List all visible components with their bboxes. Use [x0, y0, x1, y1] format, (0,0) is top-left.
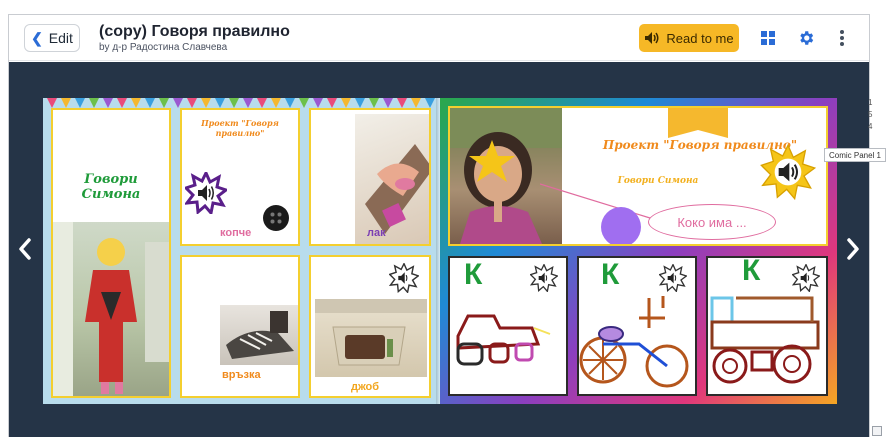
comic-panel-2[interactable]: Проект "Говоря правилно" копче [180, 108, 300, 246]
side-number: 4 [868, 122, 873, 131]
settings-button[interactable] [795, 27, 817, 49]
comic-panel-7[interactable]: Проект "Говоря правилно" Говори Симона К… [448, 106, 828, 246]
ribbon-decoration [668, 108, 728, 138]
left-page: Говори Симона Проект "Говоря правилно" к… [43, 98, 440, 404]
tractor-drawing [456, 314, 551, 366]
window-top-strip [0, 0, 896, 14]
speaker-icon[interactable] [185, 172, 227, 214]
grid-view-button[interactable] [757, 27, 779, 49]
side-number: 1 [868, 98, 873, 107]
button-picture [263, 205, 289, 231]
word-caption: копче [220, 227, 252, 239]
pocket-photo [315, 299, 427, 377]
speaker-icon [645, 32, 659, 44]
truck-drawing [710, 296, 820, 384]
arrow-right-icon [847, 238, 859, 260]
purple-circle [601, 207, 641, 244]
bicycle-drawing [579, 296, 689, 388]
chevron-left-icon: ❮ [31, 29, 43, 46]
read-to-me-label: Read to me [666, 30, 734, 46]
book-title: (copy) Говоря правилно [99, 23, 290, 40]
app-window: ❮ Edit (copy) Говоря правилно by д-р Рад… [8, 14, 870, 437]
comic-panel-6[interactable]: джоб [309, 255, 431, 398]
letter-k: К [464, 258, 483, 291]
comic-panel-5[interactable]: връзка [180, 255, 300, 398]
grid-icon [761, 31, 775, 45]
comic-panel-8[interactable]: К [448, 256, 568, 396]
comic-panel-3[interactable]: лак [309, 108, 431, 246]
right-page: Проект "Говоря правилно" Говори Симона К… [440, 98, 837, 404]
top-bar: ❮ Edit (copy) Говоря правилно by д-р Рад… [9, 15, 869, 61]
speaker-icon[interactable] [389, 263, 419, 293]
word-caption: лак [367, 227, 386, 239]
edit-button[interactable]: ❮ Edit [24, 24, 80, 52]
previous-page-button[interactable] [13, 232, 37, 266]
panel-tooltip: Comic Panel 1 [824, 148, 886, 162]
arrow-left-icon [19, 238, 31, 260]
word-caption: връзка [222, 369, 261, 381]
book-author: by д-р Радостина Славчева [99, 42, 228, 53]
nail-polish-photo [355, 114, 429, 244]
letter-k: К [742, 256, 761, 287]
child-photo [53, 222, 169, 396]
gear-icon [800, 31, 814, 45]
shoelace-photo [220, 305, 298, 365]
word-caption: джоб [351, 381, 380, 393]
more-options-button[interactable] [831, 27, 853, 49]
comic-panel-9[interactable]: К [577, 256, 697, 396]
project-title: Проект "Говоря правилно" [201, 118, 279, 138]
next-page-button[interactable] [841, 232, 865, 266]
side-number: 5 [868, 110, 873, 119]
read-to-me-button[interactable]: Read to me [639, 24, 739, 52]
comic-book-spread: Говори Симона Проект "Говоря правилно" к… [43, 98, 837, 404]
scrollbar-corner[interactable] [872, 426, 882, 436]
speech-bubble-text: Коко има ... [677, 214, 747, 230]
reader-stage: Говори Симона Проект "Говоря правилно" к… [9, 62, 869, 437]
comic-panel-1[interactable]: Говори Симона [51, 108, 171, 398]
speaker-icon[interactable] [760, 144, 816, 200]
kebab-icon [840, 30, 844, 46]
speech-bubble[interactable]: Коко има ... [648, 204, 776, 240]
comic-panel-10[interactable]: К [706, 256, 828, 396]
edit-label: Edit [48, 30, 73, 46]
letter-k: К [601, 258, 620, 291]
panel-title: Говори Симона [81, 172, 141, 202]
